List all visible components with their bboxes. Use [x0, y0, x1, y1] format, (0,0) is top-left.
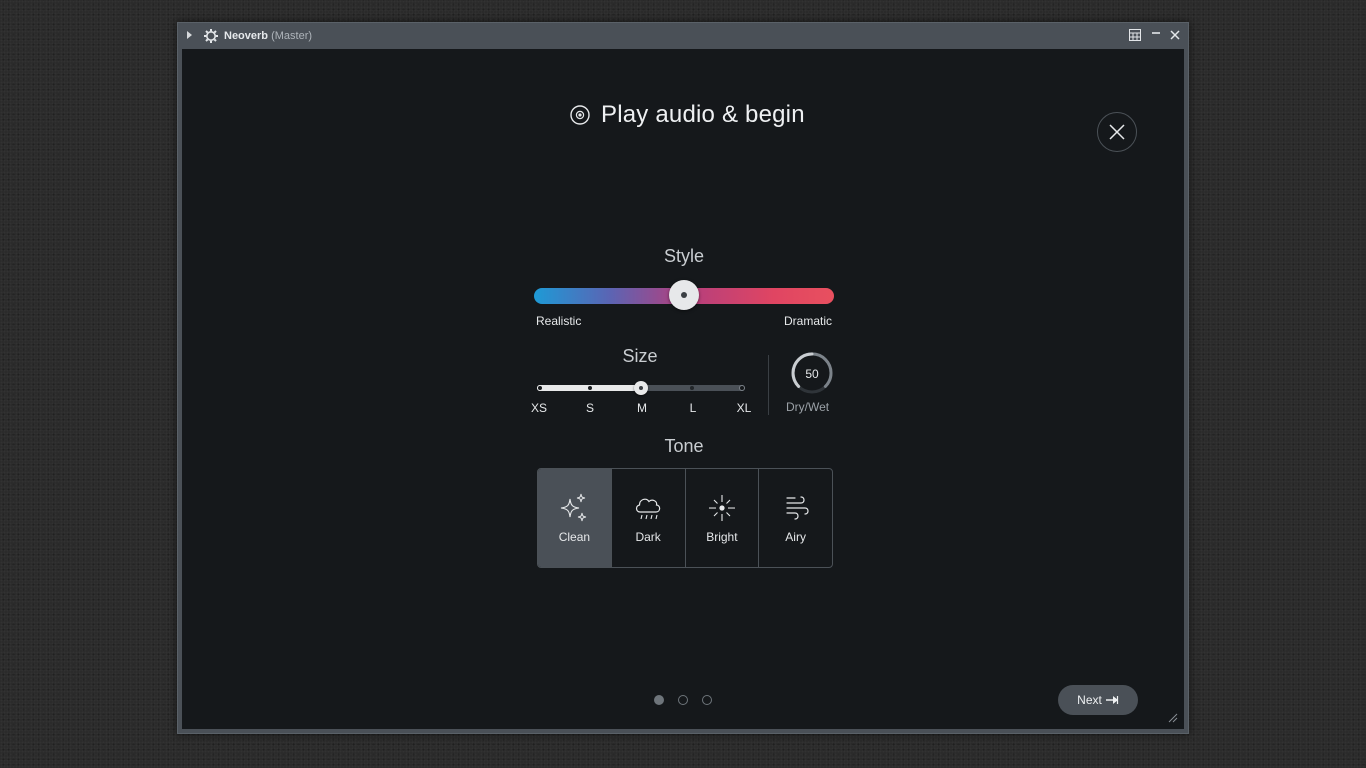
window-title-suffix: (Master) [271, 30, 313, 42]
size-slider-thumb[interactable] [634, 381, 648, 395]
tone-dark-label: Dark [635, 530, 661, 544]
size-label: Size [622, 346, 658, 366]
size-stop-l [690, 386, 694, 390]
size-stop-xl [739, 385, 745, 391]
sparkle-icon [561, 493, 587, 522]
style-label: Style [663, 246, 705, 266]
tone-clean-label: Clean [558, 530, 591, 544]
record-icon [570, 105, 590, 125]
tone-bright-button[interactable]: Bright [686, 469, 760, 567]
tone-label: Tone [664, 436, 704, 456]
collapse-arrow-icon[interactable] [187, 31, 192, 39]
minimize-icon[interactable] [1149, 28, 1163, 42]
size-tick-m[interactable]: M [627, 401, 657, 415]
resize-grip-icon[interactable] [1168, 713, 1178, 723]
next-button[interactable]: Next [1058, 685, 1138, 715]
tone-airy-button[interactable]: Airy [759, 469, 832, 567]
grid-icon[interactable] [1128, 28, 1142, 42]
style-min-label: Realistic [536, 314, 582, 328]
close-button[interactable] [1097, 112, 1137, 152]
window-close-icon[interactable] [1168, 28, 1182, 42]
size-stop-s [588, 386, 592, 390]
style-max-label: Dramatic [783, 314, 832, 328]
rain-cloud-icon [636, 498, 661, 520]
tone-clean-button[interactable]: Clean [538, 469, 612, 567]
size-tick-xs[interactable]: XS [524, 401, 554, 415]
page-dot-2[interactable] [678, 695, 688, 705]
wind-icon [786, 496, 809, 520]
sun-icon [708, 495, 735, 521]
drywet-label: Dry/Wet [786, 400, 830, 414]
drywet-value: 50 [805, 367, 819, 381]
arrow-right-icon [1105, 696, 1118, 704]
page-title: Play audio & begin [601, 101, 805, 128]
next-label: Next [1077, 693, 1102, 707]
size-tick-s[interactable]: S [575, 401, 605, 415]
size-tick-l[interactable]: L [678, 401, 708, 415]
divider [768, 355, 769, 415]
page-indicator [654, 695, 712, 705]
tone-dark-button[interactable]: Dark [612, 469, 686, 567]
tone-airy-label: Airy [785, 530, 806, 544]
plugin-content: Play audio & begin Style Realistic Drama… [182, 49, 1184, 729]
page-dot-3[interactable] [702, 695, 712, 705]
tone-bright-label: Bright [706, 530, 738, 544]
title-bar: Neoverb (Master) [178, 23, 1188, 49]
page-dot-1[interactable] [654, 695, 664, 705]
size-tick-xl[interactable]: XL [729, 401, 759, 415]
window-title-name: Neoverb [224, 30, 269, 42]
window-title: Neoverb (Master) [224, 30, 312, 42]
plugin-window: Neoverb (Master) Play audio & begin Styl… [177, 22, 1189, 734]
page-header: Play audio & begin [570, 97, 805, 133]
gear-icon[interactable] [203, 28, 219, 44]
style-slider-thumb[interactable] [669, 280, 699, 310]
close-icon [1109, 124, 1125, 140]
size-stop-xs [537, 385, 543, 391]
tone-selector: Clean Dark Bright Airy [537, 468, 833, 568]
